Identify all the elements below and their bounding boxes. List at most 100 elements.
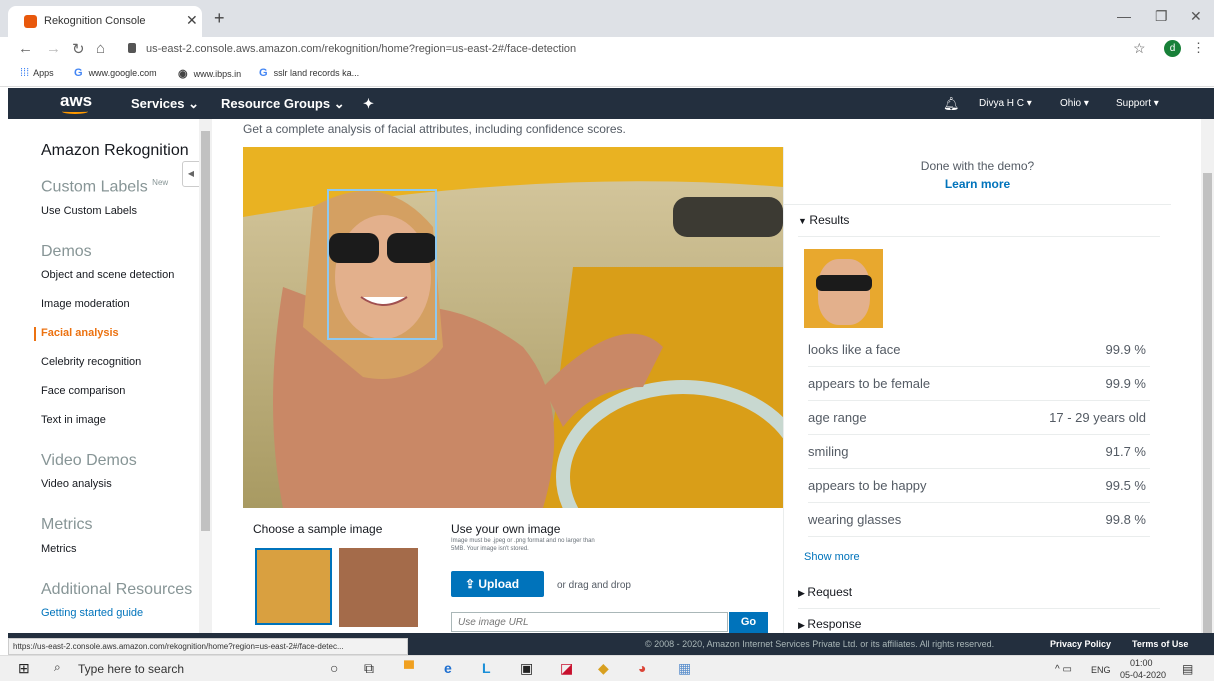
chrome-icon[interactable]: ◕: [638, 660, 646, 676]
photos-icon[interactable]: ▦: [678, 660, 691, 677]
result-value: 99.8 %: [1105, 512, 1146, 527]
support-menu[interactable]: Support ▾: [1116, 98, 1159, 109]
taskbar-search-icon[interactable]: ⌕: [54, 660, 61, 675]
resource-groups-menu[interactable]: Resource Groups ⌄: [221, 96, 345, 112]
sidebar-item-image-moderation[interactable]: Image moderation: [41, 298, 130, 310]
bookmark-google[interactable]: Gwww.google.com: [74, 67, 157, 79]
home-icon[interactable]: ⌂: [96, 40, 105, 57]
maximize-icon[interactable]: ❐: [1155, 8, 1168, 25]
window-close-icon[interactable]: ✕: [1190, 8, 1202, 25]
sample-image-2[interactable]: [339, 548, 418, 627]
task-view-icon[interactable]: ⧉: [364, 660, 374, 677]
terms-link[interactable]: Terms of Use: [1132, 639, 1188, 649]
browser-tab-bar: Rekognition Console ✕ + — ❐ ✕: [0, 0, 1214, 37]
result-row: age range 17 - 29 years old: [808, 401, 1150, 435]
sidebar-item-celebrity-recognition[interactable]: Celebrity recognition: [41, 356, 141, 368]
aws-smile-icon: [62, 109, 88, 114]
bookmark-ibps[interactable]: ◉ www.ibps.in: [178, 67, 241, 80]
sidebar-item-metrics[interactable]: Metrics: [41, 543, 76, 555]
sidebar-item-facial-analysis[interactable]: Facial analysis: [41, 327, 119, 339]
address-bar-row: ← → ↻ ⌂ us-east-2.console.aws.amazon.com…: [0, 37, 1214, 61]
sidebar-item-text-in-image[interactable]: Text in image: [41, 414, 106, 426]
use-own-label: Use your own image: [451, 522, 561, 536]
sidebar-item-use-custom-labels[interactable]: Use Custom Labels: [41, 205, 137, 217]
google-icon: G: [74, 67, 83, 79]
main-scrollbar[interactable]: [1201, 119, 1214, 633]
result-value: 99.5 %: [1105, 478, 1146, 493]
demo-banner: Done with the demo? Learn more: [784, 147, 1171, 205]
result-row: smiling 91.7 %: [808, 435, 1150, 469]
cortana-icon[interactable]: ○: [330, 660, 338, 676]
pin-icon[interactable]: ✦: [363, 96, 374, 112]
bookmark-apps[interactable]: ⁞⁞⁞ Apps: [20, 67, 54, 79]
sidebar-heading-video: Video Demos: [41, 452, 137, 469]
reload-icon[interactable]: ↻: [72, 40, 85, 58]
browser-tab[interactable]: Rekognition Console ✕: [8, 6, 202, 37]
aws-logo[interactable]: aws: [60, 91, 92, 111]
clock-time[interactable]: 01:00: [1130, 658, 1153, 668]
forward-icon[interactable]: →: [46, 40, 61, 57]
result-value: 91.7 %: [1105, 444, 1146, 459]
go-button[interactable]: Go: [729, 612, 768, 633]
result-label: looks like a face: [808, 342, 901, 357]
new-tab-icon[interactable]: +: [214, 8, 225, 29]
url-text: us-east-2.console.aws.amazon.com/rekogni…: [146, 43, 577, 55]
sidebar-title[interactable]: Amazon Rekognition: [41, 142, 189, 160]
sidebar-item-video-analysis[interactable]: Video analysis: [41, 478, 112, 490]
menu-kebab-icon[interactable]: ⋮: [1192, 40, 1205, 56]
page-subtitle: Get a complete analysis of facial attrib…: [243, 122, 626, 136]
result-row: appears to be female 99.9 %: [808, 367, 1150, 401]
face-bounding-box: [327, 189, 437, 340]
taskbar-search-input[interactable]: Type here to search: [78, 662, 184, 676]
url-input[interactable]: us-east-2.console.aws.amazon.com/rekogni…: [118, 40, 1158, 58]
status-bar-url: https://us-east-2.console.aws.amazon.com…: [8, 638, 408, 655]
image-url-input[interactable]: [451, 612, 728, 632]
edge-icon[interactable]: e: [444, 660, 452, 676]
clock-date[interactable]: 05-04-2020: [1120, 670, 1166, 680]
user-menu[interactable]: Divya H C ▾: [979, 98, 1032, 109]
language-indicator[interactable]: ENG: [1091, 665, 1111, 675]
sidebar-item-getting-started[interactable]: Getting started guide: [41, 607, 143, 619]
bookmark-sslr[interactable]: Gsslr land records ka...: [259, 67, 359, 79]
done-demo-text: Done with the demo?: [920, 159, 1035, 173]
bookmark-label: Apps: [33, 68, 54, 78]
scrollbar-thumb[interactable]: [201, 131, 210, 531]
app-icon[interactable]: ◆: [598, 660, 609, 677]
response-toggle[interactable]: ▶ Response: [798, 617, 1160, 633]
result-label: smiling: [808, 444, 849, 459]
sidebar-scrollbar[interactable]: [199, 119, 212, 633]
bookmark-star-icon[interactable]: ☆: [1133, 40, 1146, 57]
windows-start-icon[interactable]: ⊞: [18, 660, 30, 677]
store-icon[interactable]: ▣: [520, 660, 533, 677]
bell-icon[interactable]: 🔔︎: [943, 96, 960, 112]
request-toggle[interactable]: ▶ Request: [798, 585, 1160, 609]
region-menu[interactable]: Ohio ▾: [1060, 98, 1089, 109]
drag-drop-label: or drag and drop: [557, 580, 631, 591]
mcafee-icon[interactable]: ◪: [560, 660, 573, 677]
result-label: appears to be female: [808, 376, 931, 391]
learn-more-link[interactable]: Learn more: [784, 177, 1171, 191]
heading-text: Custom Labels: [41, 178, 148, 196]
collapse-sidebar-icon[interactable]: ◀: [182, 161, 200, 187]
bookmark-label: sslr land records ka...: [273, 68, 360, 78]
scrollbar-thumb[interactable]: [1203, 173, 1212, 633]
analysis-image: [243, 147, 783, 508]
privacy-link[interactable]: Privacy Policy: [1050, 639, 1111, 649]
back-icon[interactable]: ←: [18, 40, 33, 57]
bookmarks-bar: ⁞⁞⁞ Apps Gwww.google.com ◉ www.ibps.in Gss…: [0, 61, 1214, 87]
l-app-icon[interactable]: L: [482, 660, 491, 676]
sidebar-item-face-comparison[interactable]: Face comparison: [41, 385, 125, 397]
tab-title: Rekognition Console: [44, 15, 146, 27]
upload-button[interactable]: ⇪ Upload: [451, 571, 544, 597]
results-toggle[interactable]: ▼ Results: [798, 213, 1160, 237]
close-tab-icon[interactable]: ✕: [186, 12, 198, 29]
profile-avatar[interactable]: d: [1164, 40, 1181, 57]
notifications-icon[interactable]: ▤: [1182, 662, 1193, 676]
show-more-link[interactable]: Show more: [804, 551, 860, 563]
sidebar-item-object-detection[interactable]: Object and scene detection: [41, 269, 174, 281]
sample-image-1[interactable]: [255, 548, 332, 625]
services-menu[interactable]: Services ⌄: [131, 96, 199, 112]
minimize-icon[interactable]: —: [1117, 8, 1131, 24]
tray-chevron-icon[interactable]: ^ ▭: [1055, 664, 1072, 675]
file-explorer-icon[interactable]: ▀: [404, 660, 414, 676]
